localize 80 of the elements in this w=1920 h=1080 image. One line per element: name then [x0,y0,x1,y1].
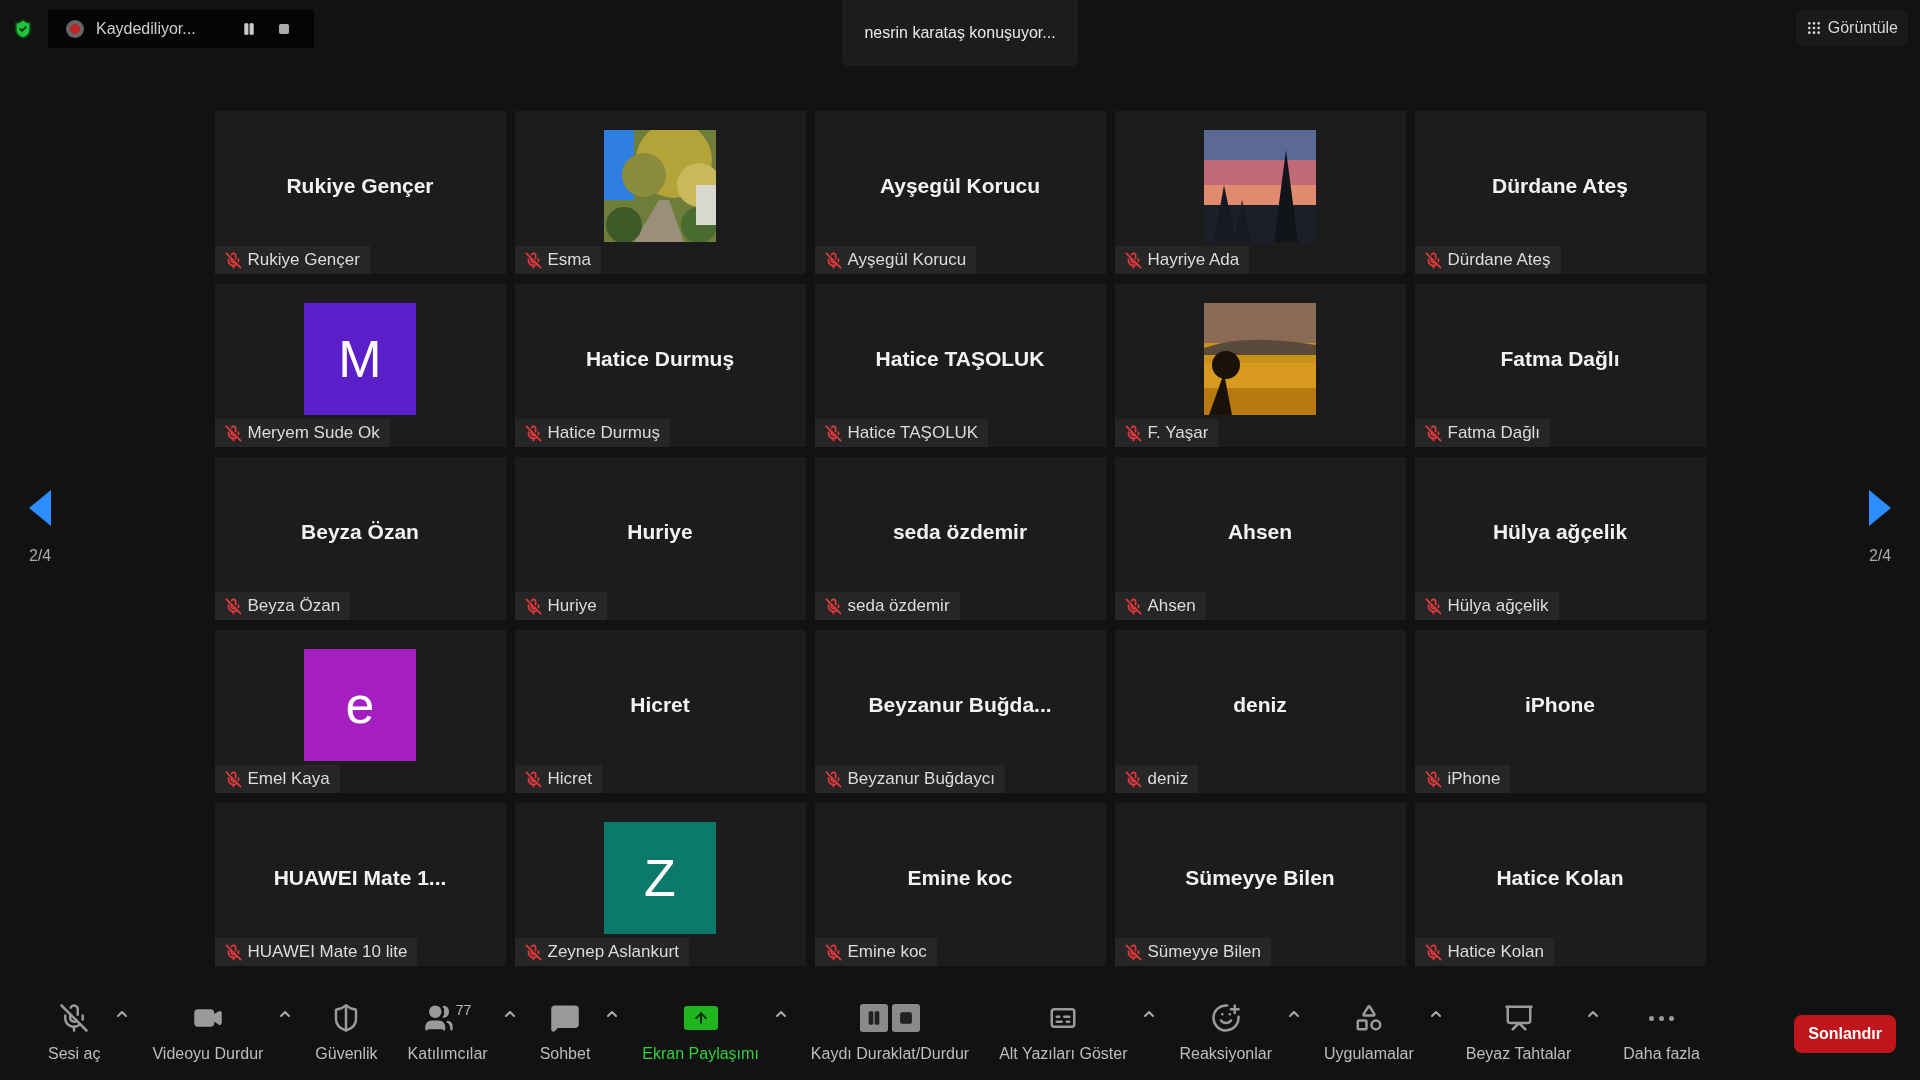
participant-label: Hicret [547,768,592,791]
participant-label: Emel Kaya [247,768,330,791]
toolbar-button[interactable]: Sesi aç [40,1002,109,1066]
participant-label: Sümeyye Bilen [1147,941,1261,964]
toolbar-button[interactable]: Videoyu Durdur [144,1002,272,1066]
view-button[interactable]: Görüntüle [1795,10,1908,46]
participant-label: Ahsen [1147,595,1196,618]
participant-label: Esma [547,249,591,272]
more-icon [1649,1015,1675,1021]
toolbar-button[interactable]: Ekran Paylaşımı [634,1002,767,1066]
toolbar-button[interactable]: Güvenlik [307,1002,386,1066]
participant-label: iPhone [1447,768,1501,791]
participant-label: Fatma Dağlı [1447,422,1541,445]
participant-label: Emine koc [847,941,927,964]
participant-name: deniz [1233,691,1287,718]
participant-label: Dürdane Ateş [1447,249,1551,272]
participant-name: Beyza Özan [301,518,419,545]
whiteboard-icon [1503,1003,1534,1033]
participant-label: Meryem Sude Ok [247,422,380,445]
end-button[interactable]: Sonlandır [1794,1015,1896,1053]
participant-name: HUAWEI Mate 1... [273,864,447,891]
security-shield-icon [12,18,34,40]
participant-label: Ayşegül Korucu [847,249,967,272]
avatar: Z [604,821,716,934]
smiley-plus-icon [1210,1003,1241,1033]
participant-name: Ahsen [1227,518,1293,545]
participant-name: seda özdemir [892,518,1028,545]
chat-bubble-icon [550,1003,580,1033]
participant-count: 77 [455,1003,472,1017]
toolbar-button[interactable]: Reaksiyonlar [1171,1002,1280,1066]
participant-name: Hatice Durmuş [585,345,735,372]
participant-label: HUAWEI Mate 10 lite [247,941,408,964]
participant-label: Hatice Durmuş [547,422,660,445]
participant-label: Zeynep Aslankurt [547,941,679,964]
toolbar-button[interactable]: Beyaz Tahtalar [1457,1002,1580,1066]
toolbar-button[interactable]: Sohbet [531,1002,599,1066]
pause-icon [859,1004,888,1032]
participant-name: Ayşegül Korucu [879,172,1041,199]
stop-icon [891,1004,920,1032]
participant-label: Beyzanur Buğdaycı [847,768,995,791]
avatar: e [304,648,416,761]
participant-name: Huriye [627,518,693,545]
recording-status: Kaydediliyor... [96,19,196,39]
avatar: M [304,302,416,415]
participant-name: Hülya ağçelik [1492,518,1628,545]
participant-name: Fatma Dağlı [1500,345,1620,372]
toolbar-button[interactable]: Alt Yazıları Göster [991,1002,1136,1066]
participant-name: Rukiye Gençer [286,172,434,199]
participant-label: Beyza Özan [247,595,341,618]
toolbar-button[interactable]: Kaydı Duraklat/Durdur [802,1002,978,1066]
participant-label: Hayriye Ada [1147,249,1240,272]
toolbar-button[interactable]: 77 Katılımcılar [399,1002,496,1066]
speaker-banner: nesrin karataş konuşuyor... [842,0,1078,66]
previous-page-button[interactable] [29,490,51,526]
people-icon [423,1003,454,1033]
participant-label: Hülya ağçelik [1447,595,1549,618]
participant-label: Huriye [547,595,597,618]
participant-label: Hatice Kolan [1447,941,1544,964]
participant-label: seda özdemir [847,595,950,618]
page-indicator: 2/4 [1868,546,1892,566]
participant-name: Hicret [630,691,690,718]
participant-label: F. Yaşar [1147,422,1209,445]
participant-name: Beyzanur Buğda... [868,691,1052,718]
page-indicator: 2/4 [28,546,52,566]
share-screen-icon [683,1006,718,1030]
record-icon [66,20,84,38]
grid-icon [1805,20,1822,36]
mic-off-icon [59,1003,90,1033]
participant-label: deniz [1147,768,1189,791]
participant-name: Emine koc [907,864,1013,891]
toolbar-button[interactable]: Uygulamalar [1315,1002,1422,1066]
participant-name: Sümeyye Bilen [1185,864,1335,891]
participant-label: Rukiye Gençer [247,249,360,272]
participant-name: Hatice Kolan [1496,864,1624,891]
next-page-button[interactable] [1869,490,1891,526]
participant-name: iPhone [1525,691,1595,718]
participant-name: Dürdane Ateş [1492,172,1628,199]
toolbar-button[interactable]: Daha fazla [1615,1002,1708,1066]
participant-label: Hatice TAŞOLUK [847,422,979,445]
participant-name: Hatice TAŞOLUK [875,345,1045,372]
